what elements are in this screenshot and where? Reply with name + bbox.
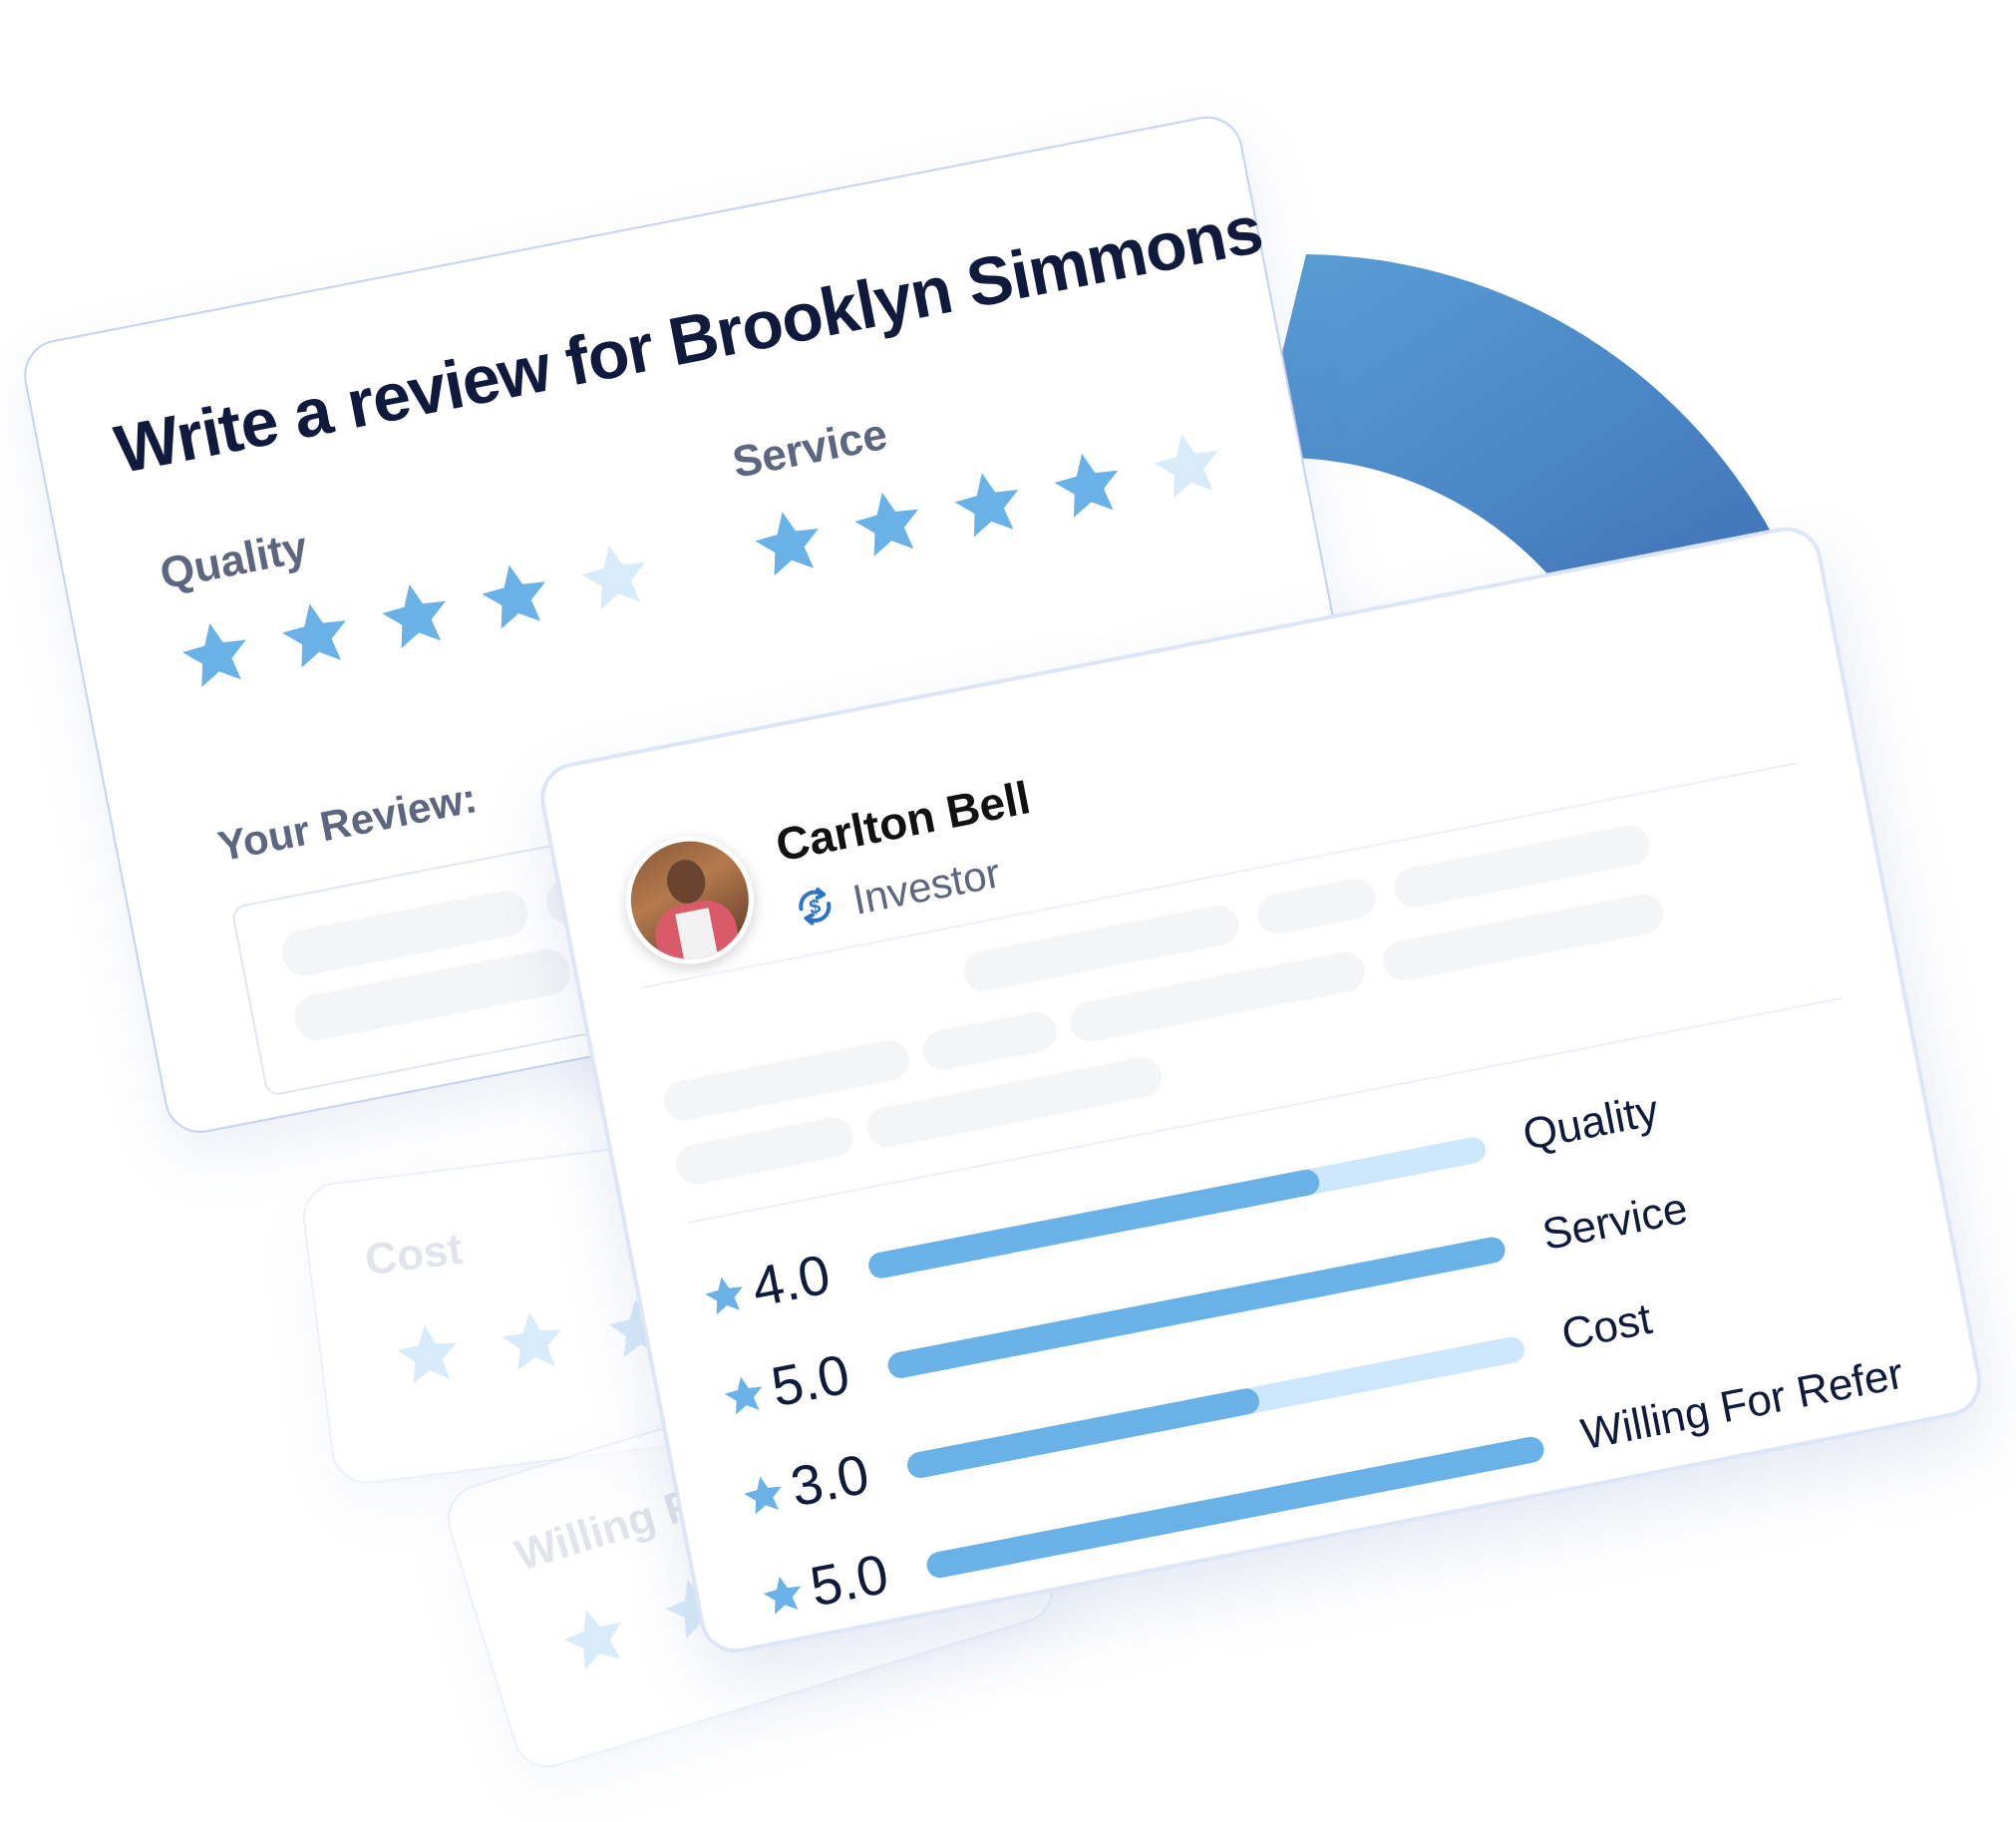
star-icon[interactable] xyxy=(942,460,1033,550)
rating-score: 5.0 xyxy=(805,1541,893,1619)
star-icon[interactable] xyxy=(170,609,261,700)
bio-placeholder-line xyxy=(1253,875,1380,937)
avatar xyxy=(614,825,765,975)
ghost-cost-stars xyxy=(388,1288,679,1399)
avatar-head xyxy=(663,856,710,908)
star-icon[interactable] xyxy=(569,532,660,622)
profile-role: Investor xyxy=(848,849,1004,923)
bio-placeholder-line xyxy=(863,1054,1166,1151)
rating-star-icon xyxy=(698,1269,752,1322)
quality-label: Quality xyxy=(156,522,312,599)
star-icon[interactable] xyxy=(270,590,361,681)
rating-category-label: Cost xyxy=(1557,1293,1656,1360)
dollar-exchange-icon: $ xyxy=(787,879,842,934)
rating-star-icon xyxy=(737,1469,791,1523)
rating-score: 4.0 xyxy=(747,1242,836,1319)
your-review-label: Your Review: xyxy=(213,774,481,871)
rating-score: 5.0 xyxy=(766,1341,855,1419)
rating-category-label: Quality xyxy=(1518,1085,1663,1160)
star-icon[interactable] xyxy=(1143,421,1233,512)
ghost-star-icon xyxy=(494,1301,573,1381)
rating-star-icon xyxy=(757,1569,811,1623)
star-icon[interactable] xyxy=(470,551,560,642)
rating-bar-fill xyxy=(904,1386,1262,1481)
rating-bar-fill xyxy=(865,1167,1322,1280)
ghost-cost-label: Cost xyxy=(362,1224,466,1285)
star-icon[interactable] xyxy=(842,479,933,569)
service-label: Service xyxy=(728,409,891,488)
star-icon[interactable] xyxy=(370,570,461,661)
rating-category-label: Service xyxy=(1538,1183,1692,1261)
bio-placeholder-line xyxy=(672,1114,857,1188)
rating-star-icon xyxy=(718,1368,772,1422)
bio-placeholder-line xyxy=(919,1008,1060,1074)
star-icon[interactable] xyxy=(1042,440,1133,531)
top-divider xyxy=(641,762,1798,989)
star-icon[interactable] xyxy=(743,498,834,588)
rating-score: 3.0 xyxy=(786,1441,874,1519)
ghost-star-icon xyxy=(550,1594,640,1683)
ghost-star-icon xyxy=(388,1314,468,1394)
rating-category-label: Willing For Refer xyxy=(1576,1348,1907,1460)
